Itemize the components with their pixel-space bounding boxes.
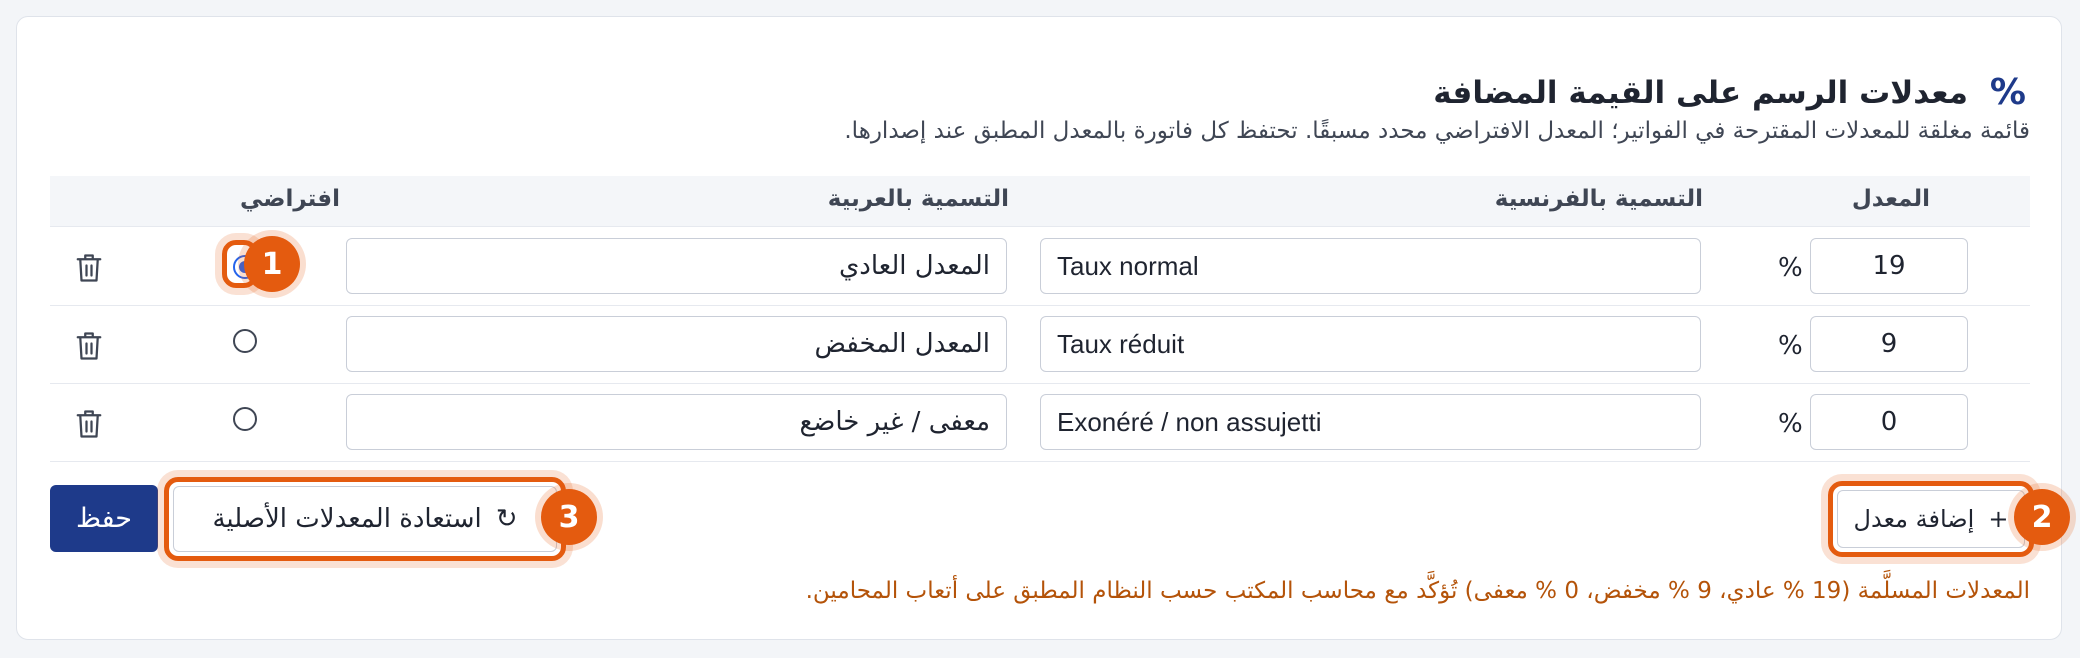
label-ar-input[interactable]: المعدل العادي bbox=[346, 238, 1007, 294]
percent-label: % bbox=[1778, 331, 1803, 361]
label-ar-input[interactable]: المعدل المخفض bbox=[346, 316, 1007, 372]
restore-label: استعادة المعدلات الأصلية bbox=[212, 504, 482, 534]
save-button[interactable]: حفظ bbox=[50, 485, 158, 552]
add-rate-button[interactable]: + إضافة معدل bbox=[1837, 490, 2025, 548]
table-row: 19 % Taux normal المعدل العادي bbox=[50, 227, 2030, 306]
annotation-badge-2: 2 bbox=[2014, 489, 2070, 545]
default-radio[interactable] bbox=[233, 329, 257, 353]
section-description: قائمة مغلقة للمعدلات المقترحة في الفواتي… bbox=[844, 118, 2030, 144]
column-header-default: افتراضي bbox=[239, 186, 340, 212]
column-header-label-fr: التسمية بالفرنسية bbox=[1494, 186, 1703, 212]
annotation-badge-1: 1 bbox=[244, 236, 300, 292]
add-rate-label: إضافة معدل bbox=[1853, 505, 1975, 533]
percent-label: % bbox=[1778, 253, 1803, 283]
rate-input[interactable]: 0 bbox=[1810, 394, 1968, 450]
table-header: المعدل التسمية بالفرنسية التسمية بالعربي… bbox=[50, 176, 2030, 227]
rates-note: المعدلات المسلَّمة (19 % عادي، 9 % مخفض،… bbox=[805, 578, 2030, 604]
table-row: 0 % Exonéré / non assujetti معفى / غير خ… bbox=[50, 383, 2030, 462]
plus-icon: + bbox=[1988, 505, 2009, 533]
trash-icon[interactable] bbox=[74, 329, 104, 363]
label-fr-input[interactable]: Taux réduit bbox=[1040, 316, 1701, 372]
table-row: 9 % Taux réduit المعدل المخفض bbox=[50, 305, 2030, 384]
restore-defaults-button[interactable]: ↻ استعادة المعدلات الأصلية bbox=[173, 486, 557, 552]
label-fr-input[interactable]: Exonéré / non assujetti bbox=[1040, 394, 1701, 450]
column-header-label-ar: التسمية بالعربية bbox=[827, 186, 1009, 212]
column-header-rate: المعدل bbox=[1851, 186, 1930, 212]
refresh-icon: ↻ bbox=[495, 504, 518, 534]
section-header: % معدلات الرسم على القيمة المضافة bbox=[1433, 69, 2026, 117]
trash-icon[interactable] bbox=[74, 251, 104, 285]
section-title: معدلات الرسم على القيمة المضافة bbox=[1433, 75, 1968, 111]
percent-label: % bbox=[1778, 409, 1803, 439]
trash-icon[interactable] bbox=[74, 407, 104, 441]
default-radio[interactable] bbox=[233, 407, 257, 431]
percent-icon: % bbox=[1989, 72, 2026, 113]
label-ar-input[interactable]: معفى / غير خاضع bbox=[346, 394, 1007, 450]
annotation-badge-3: 3 bbox=[541, 489, 597, 545]
label-fr-input[interactable]: Taux normal bbox=[1040, 238, 1701, 294]
rate-input[interactable]: 19 bbox=[1810, 238, 1968, 294]
rate-input[interactable]: 9 bbox=[1810, 316, 1968, 372]
